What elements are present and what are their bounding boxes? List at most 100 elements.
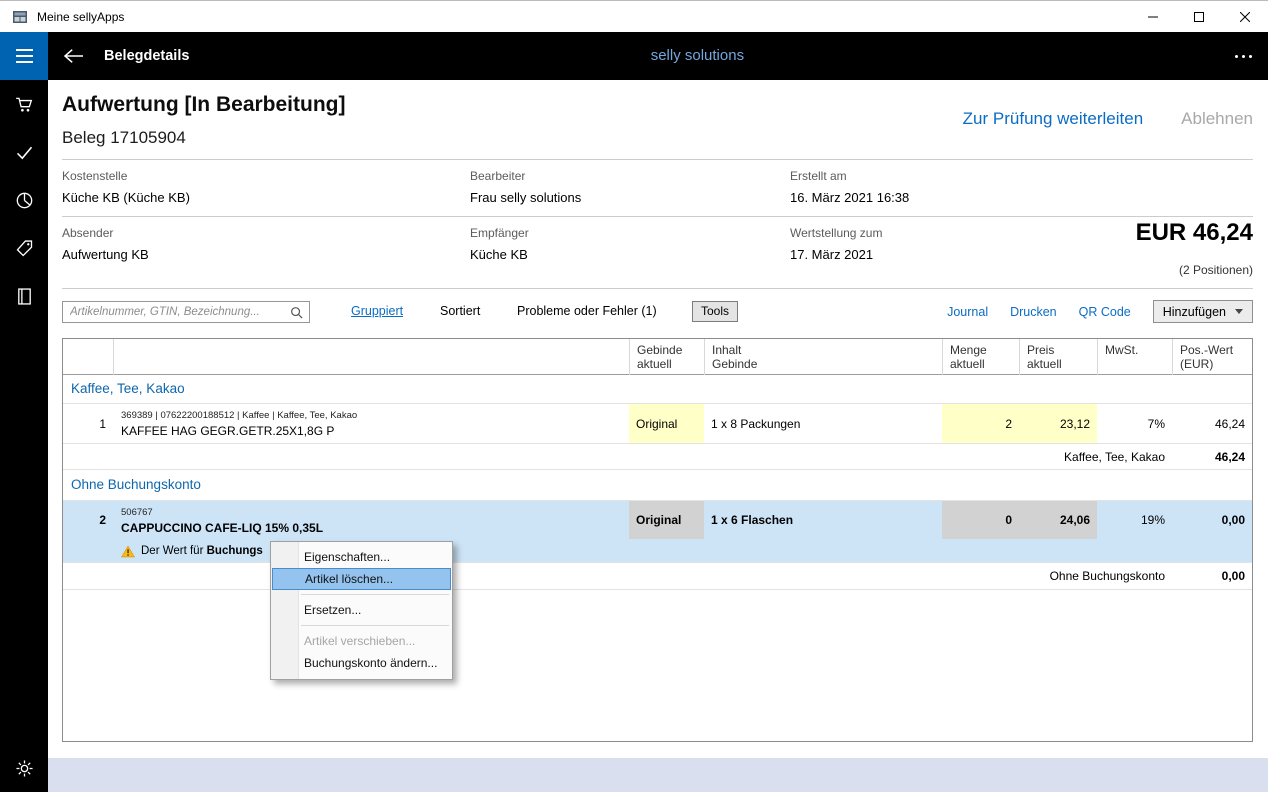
minimize-button[interactable]: [1130, 1, 1176, 33]
row-number: 2: [63, 501, 113, 539]
subtotal-label: Kaffee, Tee, Kakao: [1064, 444, 1165, 469]
article-meta: 369389 | 07622200188512 | Kaffee | Kaffe…: [121, 410, 621, 421]
menu-item-artikel-loeschen[interactable]: Artikel löschen...: [272, 568, 451, 590]
journal-book-icon[interactable]: [0, 272, 48, 320]
app-icon: [12, 9, 28, 25]
row-warning: Der Wert für Buchungs: [121, 542, 263, 560]
print-link[interactable]: Drucken: [1010, 305, 1057, 319]
qr-code-link[interactable]: QR Code: [1079, 305, 1131, 319]
toolbar-right: Journal Drucken QR Code Hinzufügen: [947, 299, 1253, 324]
cell-wert: 46,24: [1172, 404, 1252, 443]
search-box: [62, 301, 310, 323]
column-header-mwst: MwSt.: [1097, 339, 1172, 375]
cell-inhalt: 1 x 6 Flaschen: [704, 501, 942, 539]
total-amount: EUR 46,24: [1136, 219, 1253, 247]
info-value: 17. März 2021: [790, 247, 873, 262]
article-meta: 506767: [121, 507, 621, 518]
page-title: Belegdetails: [104, 32, 189, 80]
main-content: Aufwertung [In Bearbeitung] Beleg 171059…: [48, 80, 1268, 792]
info-value: Aufwertung KB: [62, 247, 149, 262]
window-title: Meine sellyApps: [37, 10, 124, 24]
row-number: 1: [63, 404, 113, 443]
close-button[interactable]: [1222, 1, 1268, 33]
maximize-button[interactable]: [1176, 1, 1222, 33]
app-window: Meine sellyApps Belegdetails selly solut…: [0, 0, 1268, 792]
cell-menge[interactable]: 0: [942, 501, 1019, 539]
column-header-inhalt: InhaltGebinde: [704, 339, 942, 375]
menu-item-artikel-verschieben: Artikel verschieben...: [271, 630, 452, 652]
add-button-label: Hinzufügen: [1163, 305, 1226, 319]
search-input[interactable]: [63, 302, 309, 322]
cell-gebinde[interactable]: Original: [629, 404, 704, 443]
info-label: Empfänger: [470, 226, 529, 240]
info-value: 16. März 2021 16:38: [790, 190, 909, 205]
gear-icon[interactable]: [0, 744, 48, 792]
table-row[interactable]: 1 369389 | 07622200188512 | Kaffee | Kaf…: [63, 403, 1252, 443]
subtotal-value: 0,00: [1172, 563, 1252, 589]
column-header-preis: Preisaktuell: [1019, 339, 1097, 375]
price-tag-icon[interactable]: [0, 224, 48, 272]
info-value: Küche KB (Küche KB): [62, 190, 190, 205]
cart-icon[interactable]: [0, 80, 48, 128]
menu-item-eigenschaften[interactable]: Eigenschaften...: [271, 546, 452, 568]
divider: [62, 288, 1253, 289]
more-icon[interactable]: [1235, 32, 1252, 80]
positions-table: Gebindeaktuell InhaltGebinde Mengeaktuel…: [62, 338, 1253, 742]
cell-wert: 0,00: [1172, 501, 1252, 539]
cell-menge[interactable]: 2: [942, 404, 1019, 443]
context-menu: Eigenschaften... Artikel löschen... Erse…: [270, 541, 453, 680]
forward-for-review-link[interactable]: Zur Prüfung weiterleiten: [963, 109, 1143, 129]
table-header: Gebindeaktuell InhaltGebinde Mengeaktuel…: [63, 339, 1252, 375]
cell-mwst: 7%: [1097, 404, 1172, 443]
problems-filter[interactable]: Probleme oder Fehler (1): [517, 304, 657, 318]
divider: [62, 159, 1253, 160]
info-label: Erstellt am: [790, 169, 847, 183]
column-header-gebinde: Gebindeaktuell: [629, 339, 704, 375]
subtotal-label: Ohne Buchungskonto: [1050, 563, 1165, 589]
table-row-selected[interactable]: 2 506767 CAPPUCCINO CAFE-LIQ 15% 0,35L D…: [63, 500, 1252, 562]
warning-text: Der Wert für Buchungs: [141, 545, 263, 557]
group-header[interactable]: Kaffee, Tee, Kakao: [63, 375, 1252, 403]
divider: [62, 216, 1253, 217]
info-label: Kostenstelle: [62, 169, 127, 183]
cell-inhalt: 1 x 8 Packungen: [704, 404, 942, 443]
cell-preis[interactable]: 24,06: [1019, 501, 1097, 539]
add-button[interactable]: Hinzufügen: [1153, 300, 1253, 323]
app-header: Belegdetails selly solutions: [0, 32, 1268, 80]
pie-chart-icon[interactable]: [0, 176, 48, 224]
cell-mwst: 19%: [1097, 501, 1172, 539]
app-name: selly solutions: [651, 32, 744, 80]
checkmark-icon[interactable]: [0, 128, 48, 176]
cell-preis[interactable]: 23,12: [1019, 404, 1097, 443]
menu-item-ersetzen[interactable]: Ersetzen...: [271, 599, 452, 621]
window-controls: [1130, 1, 1268, 33]
sorted-toggle[interactable]: Sortiert: [440, 304, 480, 318]
footer-strip: [48, 758, 1268, 792]
menu-separator: [301, 594, 449, 595]
warning-icon: [121, 545, 135, 558]
info-label: Wertstellung zum: [790, 226, 882, 240]
column-header-wert: Pos.-Wert(EUR): [1172, 339, 1252, 375]
group-header[interactable]: Ohne Buchungskonto: [63, 470, 1252, 500]
column-header-menge: Mengeaktuell: [942, 339, 1019, 375]
menu-button[interactable]: [0, 32, 48, 80]
journal-link[interactable]: Journal: [947, 305, 988, 319]
group-subtotal-row: Kaffee, Tee, Kakao 46,24: [63, 443, 1252, 470]
article-description: 506767 CAPPUCCINO CAFE-LIQ 15% 0,35L: [113, 501, 629, 535]
menu-item-buchungskonto-aendern[interactable]: Buchungskonto ändern...: [271, 652, 452, 674]
subtotal-value: 46,24: [1172, 444, 1252, 469]
group-subtotal-row: Ohne Buchungskonto 0,00: [63, 562, 1252, 590]
grouped-toggle[interactable]: Gruppiert: [351, 304, 403, 318]
column-header: [113, 339, 629, 375]
reject-link[interactable]: Ablehnen: [1181, 109, 1253, 129]
column-header: [63, 339, 113, 375]
info-label: Absender: [62, 226, 113, 240]
cell-gebinde[interactable]: Original: [629, 501, 704, 539]
total-positions: (2 Positionen): [1179, 263, 1253, 277]
info-label: Bearbeiter: [470, 169, 525, 183]
chevron-down-icon: [1235, 309, 1243, 314]
menu-separator: [301, 625, 449, 626]
tools-button[interactable]: Tools: [692, 301, 738, 322]
search-icon[interactable]: [290, 306, 303, 319]
back-button[interactable]: [60, 44, 88, 68]
